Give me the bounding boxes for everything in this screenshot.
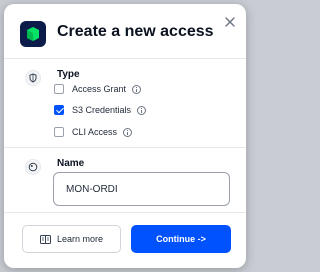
close-icon[interactable] <box>223 15 237 29</box>
info-icon[interactable] <box>137 105 147 115</box>
storj-logo <box>20 21 46 47</box>
access-grant-checkbox[interactable] <box>54 84 64 94</box>
type-label: Type <box>57 69 80 80</box>
book-icon <box>39 234 51 244</box>
option-access-grant[interactable]: Access Grant <box>54 82 142 96</box>
cli-access-label: CLI Access <box>72 127 118 137</box>
learn-more-button[interactable]: Learn more <box>22 225 121 253</box>
s3-credentials-checkbox[interactable] <box>54 105 64 115</box>
divider <box>4 212 246 213</box>
continue-button[interactable]: Continue -> <box>131 225 231 253</box>
name-input[interactable] <box>53 172 230 206</box>
access-grant-label: Access Grant <box>72 84 127 94</box>
option-s3-credentials[interactable]: S3 Credentials <box>54 103 147 117</box>
learn-more-label: Learn more <box>56 234 104 244</box>
continue-label: Continue -> <box>156 234 206 244</box>
name-label: Name <box>57 158 85 169</box>
badge-icon <box>25 159 41 175</box>
shield-icon <box>25 70 41 86</box>
cli-access-checkbox[interactable] <box>54 127 64 137</box>
s3-credentials-label: S3 Credentials <box>72 105 132 115</box>
info-icon[interactable] <box>123 127 133 137</box>
divider <box>4 58 246 59</box>
dialog-title: Create a new access <box>57 23 214 40</box>
divider <box>4 147 246 148</box>
info-icon[interactable] <box>132 84 142 94</box>
option-cli-access[interactable]: CLI Access <box>54 125 133 139</box>
create-access-dialog: Create a new access Type Access Grant S3… <box>4 4 246 268</box>
